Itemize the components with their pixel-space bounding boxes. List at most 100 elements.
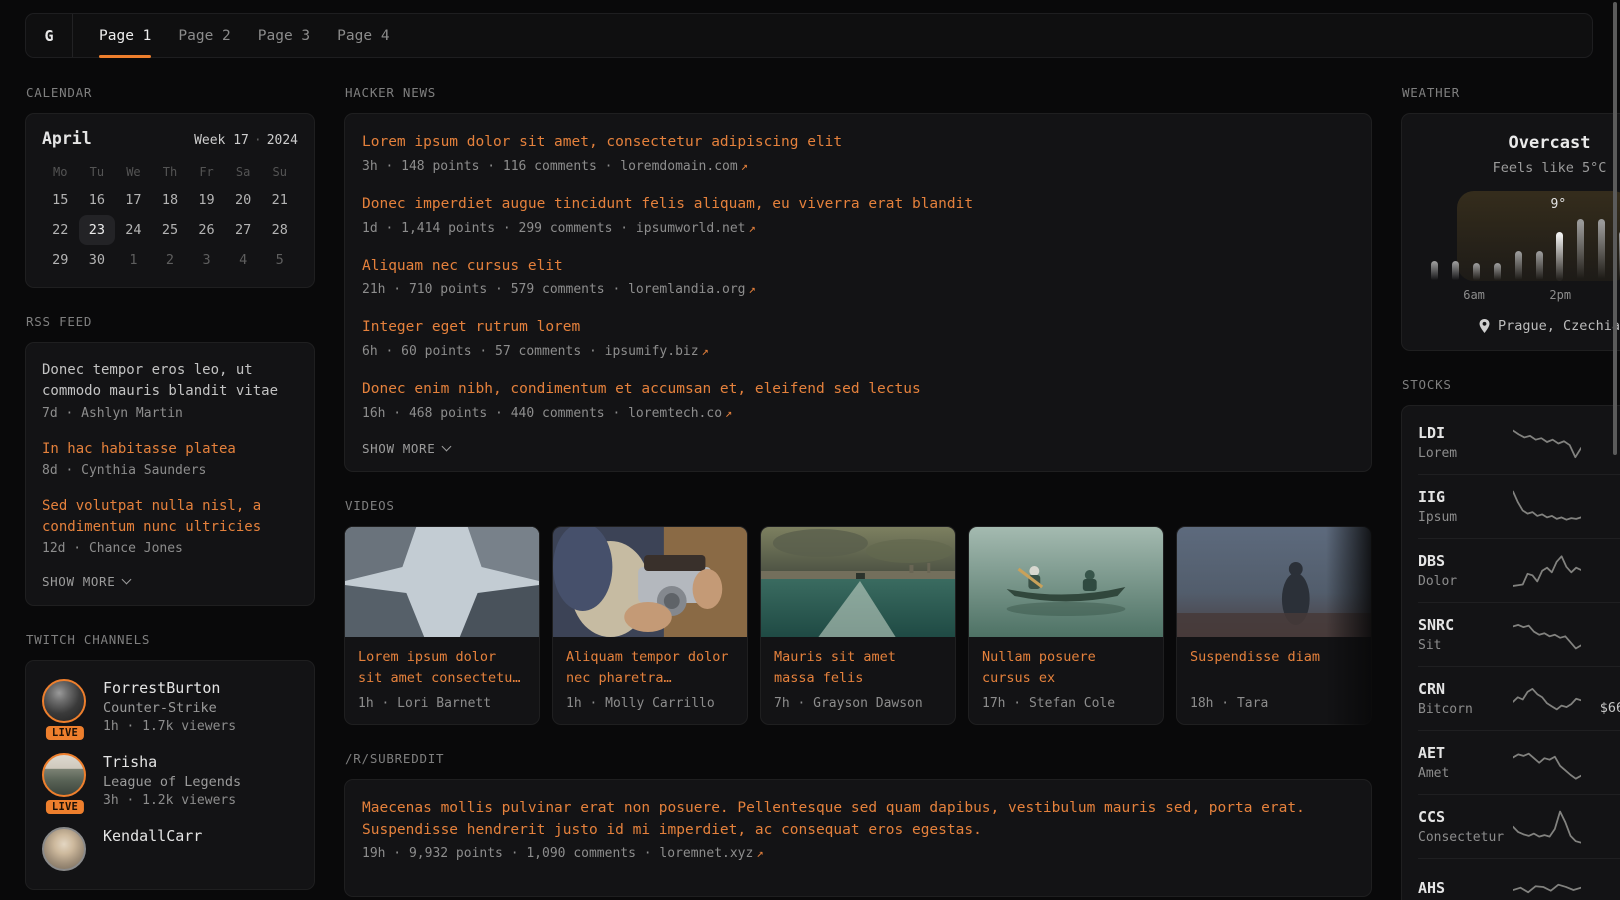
twitch-channel-name[interactable]: ForrestBurton xyxy=(103,679,236,697)
sparkline-chart xyxy=(1513,743,1581,781)
calendar-day: 19 xyxy=(188,185,225,215)
twitch-channel-row[interactable]: KendallCarr xyxy=(42,827,298,871)
hackernews-item-title[interactable]: Integer eget rutrum lorem xyxy=(362,317,1354,339)
video-meta: 1h · Molly Carrillo xyxy=(566,696,734,711)
stock-symbol: SNRC xyxy=(1418,616,1512,634)
video-title[interactable]: Mauris sit amet massa felis xyxy=(774,647,942,690)
twitch-channel-name[interactable]: KendallCarr xyxy=(103,827,202,845)
rss-item-title[interactable]: Sed volutpat nulla nisl, a condimentum n… xyxy=(42,496,298,539)
hackernews-item-title[interactable]: Donec imperdiet augue tincidunt felis al… xyxy=(362,194,1354,216)
tab-page-4[interactable]: Page 4 xyxy=(337,14,389,57)
stock-sparkline xyxy=(1512,615,1581,653)
rss-item: Sed volutpat nulla nisl, a condimentum n… xyxy=(42,496,298,557)
stock-identity: LDI Lorem xyxy=(1418,424,1512,461)
weather-location: Prague, Czechia xyxy=(1418,318,1620,334)
weekday-label: Sa xyxy=(225,157,262,185)
rss-item-meta: 7d · Ashlyn Martin xyxy=(42,406,298,421)
sparkline-chart xyxy=(1513,551,1581,589)
twitch-channel-category: League of Legends xyxy=(103,774,241,790)
hackernews-card: Lorem ipsum dolor sit amet, consectetur … xyxy=(344,113,1372,472)
hackernews-item-title[interactable]: Aliquam nec cursus elit xyxy=(362,256,1354,278)
weather-bar xyxy=(1515,251,1522,281)
app-logo[interactable]: G xyxy=(26,14,73,57)
stock-row[interactable]: CCS Consectetur +0.51% $165.84 xyxy=(1418,794,1620,858)
hackernews-section-title: HACKER NEWS xyxy=(345,85,1372,100)
video-title[interactable]: Nullam posuere cursus ex xyxy=(982,647,1150,690)
twitch-channel-category: Counter-Strike xyxy=(103,700,236,716)
video-title[interactable]: Lorem ipsum dolor sit amet consectetu… xyxy=(358,647,526,690)
tab-page-3[interactable]: Page 3 xyxy=(258,14,310,57)
sparkline-chart xyxy=(1513,871,1581,900)
weather-feels-like: Feels like 5°C xyxy=(1418,160,1620,176)
tab-page-1[interactable]: Page 1 xyxy=(99,14,151,57)
hackernews-show-more-button[interactable]: SHOW MORE xyxy=(362,441,1354,456)
calendar-day: 21 xyxy=(261,185,298,215)
rss-card: Donec tempor eros leo, ut commodo mauris… xyxy=(25,342,315,606)
hackernews-item-title[interactable]: Lorem ipsum dolor sit amet, consectetur … xyxy=(362,132,1354,154)
stock-values: +1.36% $148.64 xyxy=(1581,616,1620,652)
location-pin-icon xyxy=(1479,319,1490,333)
weather-bar xyxy=(1431,261,1438,281)
top-navigation-bar: G Page 1 Page 2 Page 3 Page 4 xyxy=(25,13,1593,58)
twitch-channel-row[interactable]: LIVE ForrestBurton Counter-Strike 1h · 1… xyxy=(42,679,298,734)
stock-sparkline xyxy=(1512,487,1581,525)
video-title[interactable]: Suspendisse diam xyxy=(1190,647,1358,690)
calendar-day: 4 xyxy=(225,245,262,275)
video-body: Lorem ipsum dolor sit amet consectetu… 1… xyxy=(345,637,539,724)
stocks-card: LDI Lorem +4.35% $795.18 xyxy=(1401,405,1620,900)
hackernews-item-title[interactable]: Donec enim nibh, condimentum et accumsan… xyxy=(362,379,1354,401)
videos-row: Lorem ipsum dolor sit amet consectetu… 1… xyxy=(344,526,1372,725)
stock-symbol: AHS xyxy=(1418,879,1512,897)
stock-row[interactable]: IIG Ipsum +2.84% $42.04 xyxy=(1418,474,1620,538)
stock-row[interactable]: LDI Lorem +4.35% $795.18 xyxy=(1418,411,1620,474)
stock-row[interactable]: CRN Bitcorn -1.00% $66,171.48 xyxy=(1418,666,1620,730)
stock-sparkline xyxy=(1512,871,1581,900)
stock-row[interactable]: DBS Dolor +1.42% $156.28 xyxy=(1418,538,1620,602)
hackernews-widget: HACKER NEWS Lorem ipsum dolor sit amet, … xyxy=(344,85,1372,472)
stock-symbol: CCS xyxy=(1418,808,1512,826)
video-card[interactable]: Mauris sit amet massa felis 7h · Grayson… xyxy=(760,526,956,725)
video-card[interactable]: Suspendisse diam 18h · Tara xyxy=(1176,526,1372,725)
subreddit-post-title[interactable]: Maecenas mollis pulvinar erat non posuer… xyxy=(362,798,1354,842)
stock-price: $156.28 xyxy=(1581,572,1620,588)
stock-values: +0.92% $499.72 xyxy=(1581,744,1620,780)
stock-sparkline xyxy=(1512,679,1581,717)
stock-row[interactable]: SNRC Sit +1.36% $148.64 xyxy=(1418,602,1620,666)
tab-page-2[interactable]: Page 2 xyxy=(178,14,230,57)
calendar-day: 20 xyxy=(225,185,262,215)
hackernews-item: Integer eget rutrum lorem 6h · 60 points… xyxy=(362,317,1354,359)
video-card[interactable]: Lorem ipsum dolor sit amet consectetu… 1… xyxy=(344,526,540,725)
chevron-down-icon xyxy=(442,441,452,451)
stocks-widget: STOCKS LDI Lorem +4.35% xyxy=(1401,377,1620,900)
video-meta: 7h · Grayson Dawson xyxy=(774,696,942,711)
twitch-avatar-wrap xyxy=(42,827,88,871)
stock-identity: AHS xyxy=(1418,879,1512,900)
video-card[interactable]: Nullam posuere cursus ex 17h · Stefan Co… xyxy=(968,526,1164,725)
video-title[interactable]: Aliquam tempor dolor nec pharetra… xyxy=(566,647,734,690)
twitch-channel-info: Trisha League of Legends 3h · 1.2k viewe… xyxy=(103,753,241,808)
calendar-day: 28 xyxy=(261,215,298,245)
stock-row[interactable]: AHS +0.46% xyxy=(1418,858,1620,900)
calendar-card: April Week 17·2024 Mo Tu We Th Fr Sa xyxy=(25,113,315,288)
twitch-card: LIVE ForrestBurton Counter-Strike 1h · 1… xyxy=(25,660,315,890)
video-body: Mauris sit amet massa felis 7h · Grayson… xyxy=(761,637,955,724)
stock-values: +0.51% $165.84 xyxy=(1581,808,1620,844)
rss-item-meta: 12d · Chance Jones xyxy=(42,541,298,556)
stock-symbol: AET xyxy=(1418,744,1512,762)
peak-temperature-label: 9° xyxy=(1551,197,1567,212)
stock-row[interactable]: AET Amet +0.92% $499.72 xyxy=(1418,730,1620,794)
video-card[interactable]: Aliquam tempor dolor nec pharetra… 1h · … xyxy=(552,526,748,725)
logo-letter: G xyxy=(44,27,53,45)
rss-item-title[interactable]: In hac habitasse platea xyxy=(42,439,298,460)
stock-name: Ipsum xyxy=(1418,510,1512,525)
twitch-channel-name[interactable]: Trisha xyxy=(103,753,241,771)
twitch-channel-row[interactable]: LIVE Trisha League of Legends 3h · 1.2k … xyxy=(42,753,298,808)
rss-item-title[interactable]: Donec tempor eros leo, ut commodo mauris… xyxy=(42,360,298,403)
stock-identity: CCS Consectetur xyxy=(1418,808,1512,845)
calendar-grid: Mo Tu We Th Fr Sa Su 15 16 17 18 19 xyxy=(42,157,298,275)
middle-column: HACKER NEWS Lorem ipsum dolor sit amet, … xyxy=(344,85,1372,900)
rss-show-more-button[interactable]: SHOW MORE xyxy=(42,574,298,589)
avatar xyxy=(42,679,86,723)
weather-bar-highlighted xyxy=(1556,232,1563,281)
scrollbar[interactable] xyxy=(1613,2,1617,455)
